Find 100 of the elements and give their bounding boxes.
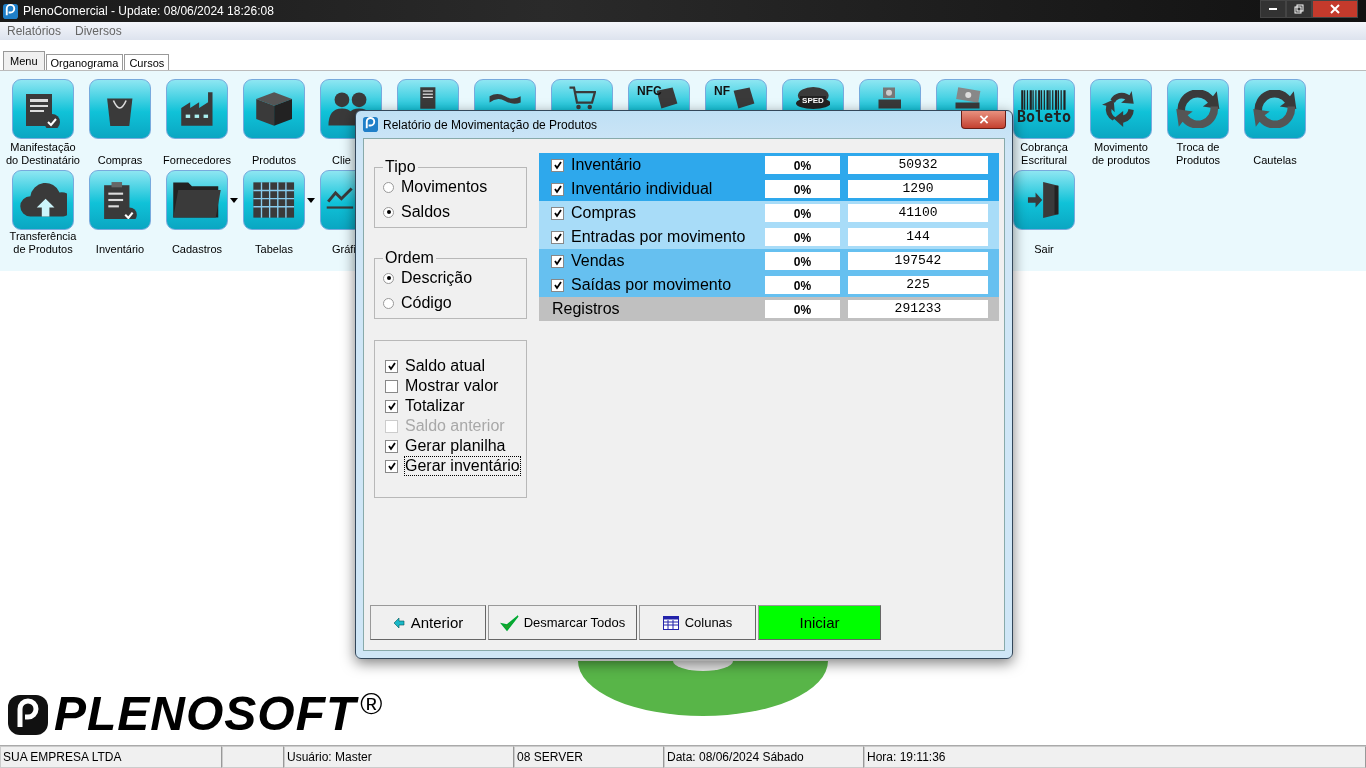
toolbar-label: Cautelas	[1252, 153, 1298, 167]
source-option[interactable]: Entradas por movimento	[539, 228, 765, 246]
folder-icon	[172, 181, 222, 219]
count-cell: 50932	[848, 156, 988, 174]
toolbar-button[interactable]	[1090, 79, 1152, 139]
radio-option[interactable]: Movimentos	[383, 178, 526, 196]
toolbar-label: Manifestação do Destinatário	[5, 140, 81, 167]
radio-option[interactable]: Descrição	[383, 269, 526, 287]
icon-text: NF	[714, 84, 730, 98]
source-option[interactable]: Registros	[539, 300, 765, 318]
dialog-button[interactable]: Iniciar	[758, 605, 881, 640]
toolbar-button[interactable]: Boleto	[1013, 79, 1075, 139]
minimize-button[interactable]	[1260, 0, 1286, 18]
count-cell: 225	[848, 276, 988, 294]
close-button[interactable]	[961, 111, 1006, 129]
table-icon	[252, 181, 296, 219]
table-icon	[662, 615, 679, 630]
status-panel: SUA EMPRESA LTDA	[0, 746, 222, 768]
count-cell: 291233	[848, 300, 988, 318]
group-title: Ordem	[384, 249, 435, 267]
chart-icon	[326, 187, 354, 209]
toolbar-button[interactable]	[166, 170, 228, 230]
toolbar-label: Sair	[1033, 242, 1055, 256]
dialog-title: Relatório de Movimentação de Produtos	[383, 117, 599, 132]
toolbar-button[interactable]	[1013, 170, 1075, 230]
close-icon	[1330, 4, 1340, 14]
restore-icon	[1294, 4, 1304, 14]
toolbar-label: Gráfi	[332, 242, 356, 256]
window-title: PlenoComercial - Update: 08/06/2024 18:26:08	[23, 4, 275, 18]
tab[interactable]: Menu	[3, 51, 45, 70]
toolbar-label: Cobrança Escritural	[1019, 140, 1069, 167]
dialog-button[interactable]: Desmarcar Todos	[488, 605, 637, 640]
toolbar-button[interactable]	[12, 79, 74, 139]
checkbox-option[interactable]: Saldo atual	[385, 357, 526, 375]
toolbar-label: Movimento de produtos	[1090, 140, 1152, 167]
checkmark-icon	[499, 612, 520, 633]
close-icon	[978, 115, 989, 124]
dialog-button[interactable]: Colunas	[639, 605, 756, 640]
app-icon	[3, 3, 18, 19]
circular-arrows-icon	[1252, 90, 1298, 128]
percent-cell: 0%	[765, 300, 840, 318]
restore-button[interactable]	[1286, 0, 1312, 18]
toolbar-button[interactable]	[166, 79, 228, 139]
checkbox-option[interactable]: Gerar planilha	[385, 437, 526, 455]
toolbar-label: Troca de Produtos	[1175, 140, 1221, 167]
menu-item[interactable]: Relatórios	[7, 24, 62, 38]
door-exit-icon	[1027, 181, 1061, 219]
status-panel: Hora: 19:11:36	[864, 746, 1366, 768]
toolbar-button[interactable]	[89, 170, 151, 230]
toolbar-button[interactable]	[89, 79, 151, 139]
source-option[interactable]: Saídas por movimento	[539, 276, 765, 294]
count-cell: 197542	[848, 252, 988, 270]
percent-cell: 0%	[765, 276, 840, 294]
percent-cell: 0%	[765, 156, 840, 174]
toolbar-button[interactable]	[12, 170, 74, 230]
circular-arrows-icon	[1175, 90, 1221, 128]
toolbar-label: Compras	[96, 153, 144, 167]
status-panel	[222, 746, 284, 768]
status-panel: 08 SERVER	[514, 746, 664, 768]
checkbox-option[interactable]: Gerar inventário	[385, 457, 526, 475]
dropdown-caret-icon	[230, 197, 238, 203]
icon-text: Boleto	[1016, 108, 1072, 126]
percent-cell: 0%	[765, 228, 840, 246]
toolbar-button[interactable]	[243, 79, 305, 139]
dropdown-caret-icon	[307, 197, 315, 203]
minimize-icon	[1268, 8, 1278, 10]
toolbar-button[interactable]	[243, 170, 305, 230]
source-option[interactable]: Inventário individual	[539, 180, 765, 198]
toolbar-button[interactable]	[1244, 79, 1306, 139]
registered-mark: ®	[360, 687, 383, 720]
status-panel: Usuário: Master	[284, 746, 514, 768]
toolbar-label: Inventário	[94, 242, 146, 256]
factory-icon	[179, 90, 215, 128]
tab[interactable]: Cursos	[124, 54, 170, 70]
checkbox-option[interactable]: Mostrar valor	[385, 377, 526, 395]
radio-option[interactable]: Saldos	[383, 203, 526, 221]
count-cell: 144	[848, 228, 988, 246]
checkbox-option[interactable]: Totalizar	[385, 397, 526, 415]
dialog-button[interactable]: Anterior	[370, 605, 486, 640]
cloud-upload-icon	[18, 181, 68, 219]
source-option[interactable]: Compras	[539, 204, 765, 222]
close-button[interactable]	[1312, 0, 1358, 18]
toolbar-button[interactable]	[1167, 79, 1229, 139]
tab[interactable]: Organograma	[45, 54, 124, 70]
toolbar-label: Fornecedores	[162, 153, 232, 167]
status-panel: Data: 08/06/2024 Sábado	[664, 746, 864, 768]
arrow-left-icon	[392, 616, 405, 629]
source-option[interactable]: Inventário	[539, 156, 765, 174]
cart-icon	[567, 86, 597, 110]
percent-cell: 0%	[765, 180, 840, 198]
app-icon	[363, 117, 378, 132]
toolbar-label: Clie	[332, 153, 352, 167]
source-option[interactable]: Vendas	[539, 252, 765, 270]
radio-option[interactable]: Código	[383, 294, 526, 312]
box-icon	[253, 90, 295, 128]
icon-text: NFC	[637, 84, 662, 98]
banknote-icon	[953, 86, 981, 110]
logo-icon	[6, 693, 50, 737]
group-title: Tipo	[384, 158, 417, 176]
menu-item[interactable]: Diversos	[75, 24, 122, 38]
